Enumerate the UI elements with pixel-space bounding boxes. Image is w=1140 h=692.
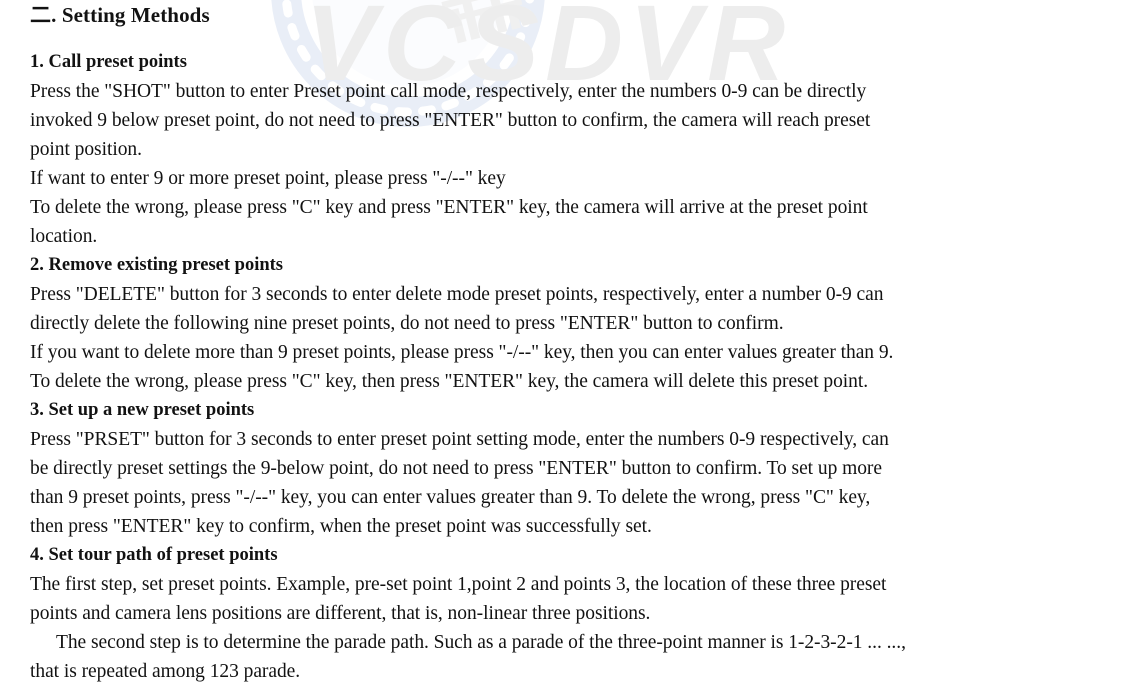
page-title: 二. Setting Methods — [30, 1, 210, 29]
page-title-text: Setting Methods — [61, 3, 210, 27]
section-line: then press "ENTER" key to confirm, when … — [30, 516, 652, 537]
section-line: If want to enter 9 or more preset point,… — [30, 168, 506, 189]
section-heading: 2. Remove existing preset points — [30, 255, 283, 275]
section-remove-existing-preset-points: 2. Remove existing preset points Press "… — [30, 251, 1052, 396]
section-line: invoked 9 below preset point, do not nee… — [30, 110, 871, 131]
section-line: To delete the wrong, please press "C" ke… — [30, 371, 869, 392]
section-line: location. — [30, 226, 98, 247]
section-line: than 9 preset points, press "-/--" key, … — [30, 487, 871, 508]
page-title-separator: . — [51, 3, 62, 27]
watermark-mark-icon — [441, 0, 523, 44]
section-line: The second step is to determine the para… — [56, 632, 906, 653]
section-line: Press "PRSET" button for 3 seconds to en… — [30, 429, 889, 450]
section-line: If you want to delete more than 9 preset… — [30, 342, 894, 363]
section-line: points and camera lens positions are dif… — [30, 603, 651, 624]
section-set-tour-path-of-preset-points: 4. Set tour path of preset points The fi… — [30, 541, 1052, 686]
section-line: be directly preset settings the 9-below … — [30, 458, 882, 479]
section-heading: 3. Set up a new preset points — [30, 400, 255, 420]
section-line: To delete the wrong, please press "C" ke… — [30, 197, 868, 218]
section-line: The first step, set preset points. Examp… — [30, 574, 887, 595]
section-call-preset-points: 1. Call preset points Press the "SHOT" b… — [30, 48, 1052, 251]
page-title-numeral: 二 — [30, 2, 52, 27]
section-line: that is repeated among 123 parade. — [30, 661, 301, 682]
section-heading: 1. Call preset points — [30, 52, 187, 72]
section-set-up-new-preset-points: 3. Set up a new preset points Press "PRS… — [30, 396, 1052, 541]
section-line: point position. — [30, 139, 142, 160]
section-heading: 4. Set tour path of preset points — [30, 545, 278, 565]
section-line: Press "DELETE" button for 3 seconds to e… — [30, 284, 884, 305]
section-line: Press the "SHOT" button to enter Preset … — [30, 81, 867, 102]
section-line: directly delete the following nine prese… — [30, 313, 784, 334]
